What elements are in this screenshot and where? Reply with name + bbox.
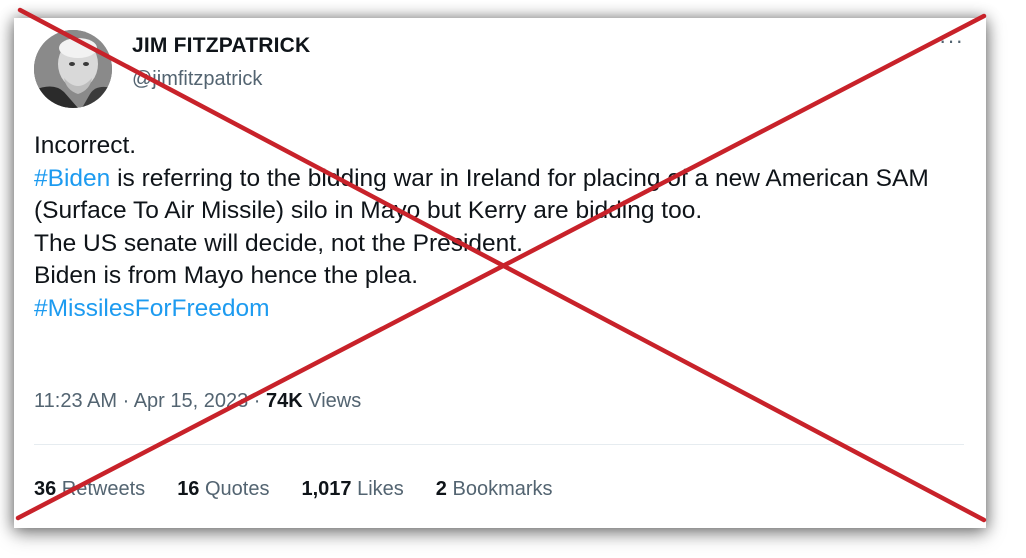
tweet-line: #MissilesForFreedom [34, 293, 964, 326]
views-count: 74K [266, 390, 303, 412]
hashtag-missiles-for-freedom[interactable]: #MissilesForFreedom [34, 295, 270, 322]
stat-quotes[interactable]: 16 Quotes [177, 478, 269, 501]
line-text: The US senate will decide, not the Presi… [34, 229, 523, 257]
tweet-line: Incorrect. [34, 130, 964, 163]
stat-count: 36 [34, 478, 57, 500]
author-name[interactable]: JIM FITZPATRICK [132, 34, 310, 58]
stage: JIM FITZPATRICK @jimfitzpatrick ··· Inco… [0, 0, 1026, 558]
line-text: Biden is from Mayo hence the plea. [34, 262, 419, 289]
line-text: is referring to the bidding war in Irela… [34, 164, 929, 225]
tweet-meta: 11:23 AM · Apr 15, 2023 · 74K Views [34, 390, 361, 413]
hashtag-biden[interactable]: #Biden [34, 165, 110, 192]
avatar[interactable] [34, 30, 112, 108]
more-dots-icon[interactable]: ··· [939, 28, 964, 54]
stat-count: 1,017 [301, 478, 352, 500]
tweet-card: JIM FITZPATRICK @jimfitzpatrick ··· Inco… [14, 18, 986, 528]
stat-count: 2 [435, 478, 447, 500]
tweet-text: Incorrect. #Biden is referring to the bi… [34, 130, 964, 325]
avatar-portrait-icon [34, 30, 112, 108]
author-handle[interactable]: @jimfitzpatrick [132, 68, 262, 91]
stat-likes[interactable]: 1,017 Likes [301, 478, 403, 501]
engagement-stats: 36 Retweets 16 Quotes 1,017 Likes 2 Book… [34, 478, 553, 501]
tweet-line: #Biden is referring to the bidding war i… [34, 163, 964, 228]
stat-label: Bookmarks [446, 478, 553, 500]
stat-bookmarks[interactable]: 2 Bookmarks [436, 478, 553, 501]
divider [34, 444, 964, 445]
tweet-line: The US senate will decide, not the Presi… [34, 228, 964, 261]
stat-label: Quotes [199, 478, 270, 500]
stat-count: 16 [177, 478, 200, 500]
stat-retweets[interactable]: 36 Retweets [34, 478, 145, 501]
stat-label: Likes [351, 478, 404, 500]
timestamp[interactable]: 11:23 AM · Apr 15, 2023 · [34, 390, 266, 412]
views-label: Views [302, 390, 362, 412]
stat-label: Retweets [56, 478, 146, 500]
tweet-line: Biden is from Mayo hence the plea. [34, 260, 964, 293]
line-text: Incorrect. [34, 132, 137, 159]
